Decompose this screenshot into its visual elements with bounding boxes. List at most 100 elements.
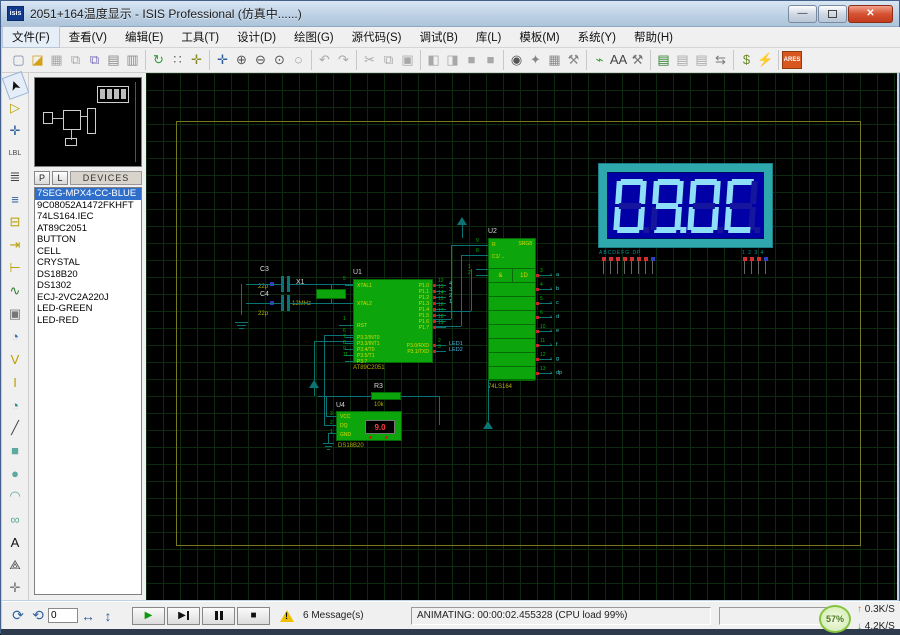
close-button[interactable]: ✕ — [848, 5, 893, 23]
menu-item[interactable]: 工具(T) — [172, 27, 228, 47]
graph-mode-icon[interactable]: ∿ — [4, 281, 27, 302]
menu-item[interactable]: 系统(Y) — [569, 27, 625, 47]
pick-parts-button[interactable]: P — [34, 171, 50, 185]
property-assignment-icon[interactable]: ⚒ — [628, 51, 647, 69]
menu-item[interactable]: 库(L) — [467, 27, 511, 47]
device-list-item[interactable]: BUTTON — [35, 234, 141, 246]
virtual-instruments-mode-icon[interactable]: ◔ — [4, 395, 27, 416]
rotation-angle-input[interactable] — [48, 608, 78, 623]
7seg-display[interactable] — [598, 163, 773, 248]
device-list-item[interactable]: LED-RED — [35, 315, 141, 327]
step-button[interactable]: ▶ — [167, 607, 200, 625]
mirror-horizontal-icon[interactable]: ↔ — [78, 608, 98, 624]
menu-item[interactable]: 查看(V) — [60, 27, 116, 47]
marker-mode-icon[interactable]: ✛ — [4, 577, 27, 598]
arc-mode-icon[interactable]: ◠ — [4, 486, 27, 507]
component-mode-icon[interactable]: ▷ — [4, 98, 27, 119]
x1-crystal[interactable] — [316, 289, 346, 299]
u4-ds18b20[interactable]: 9.0 VCCDQGND — [336, 411, 402, 441]
device-list-item[interactable]: 74LS164.IEC — [35, 211, 141, 223]
voltage-probe-mode-icon[interactable]: V — [4, 349, 27, 370]
pause-button[interactable] — [202, 607, 235, 625]
line-mode-icon[interactable]: ╱ — [4, 418, 27, 439]
toggle-grid-icon[interactable]: ∷ — [168, 51, 187, 69]
menu-item[interactable]: 源代码(S) — [343, 27, 411, 47]
menu-item[interactable]: 模板(M) — [510, 27, 568, 47]
stop-button[interactable]: ■ — [237, 607, 270, 625]
tape-recorder-mode-icon[interactable]: ▣ — [4, 303, 27, 324]
play-button[interactable]: ▶ — [132, 607, 165, 625]
open-file-icon[interactable]: ◪ — [28, 51, 47, 69]
text-script-mode-icon[interactable]: ≣ — [4, 166, 27, 187]
u1-at89c2051[interactable]: XTAL1XTAL2RSTP3.2/INT0P3.3/INT1P3.4/T0P3… — [353, 279, 433, 363]
maximize-button[interactable] — [818, 5, 847, 23]
zoom-all-icon[interactable]: ⊙ — [270, 51, 289, 69]
mark-print-area-icon[interactable]: ▥ — [123, 51, 142, 69]
r3-resistor[interactable] — [371, 392, 401, 400]
c3-capacitor[interactable] — [281, 276, 284, 292]
pan-icon[interactable]: ✛ — [213, 51, 232, 69]
device-list-item[interactable]: 9C08052A1472FKHFT — [35, 200, 141, 212]
current-probe-mode-icon[interactable]: I — [4, 372, 27, 393]
bill-of-materials-icon[interactable]: $ — [737, 51, 756, 69]
device-pin-mode-icon[interactable]: ⊢ — [4, 258, 27, 279]
c4-capacitor[interactable] — [281, 295, 284, 311]
generator-mode-icon[interactable]: ◔ — [4, 326, 27, 347]
message-count[interactable]: 6 Message(s) — [298, 607, 403, 625]
device-list-item[interactable]: DS18B20 — [35, 269, 141, 281]
net-label-e: e — [556, 328, 559, 334]
menu-item[interactable]: 帮助(H) — [625, 27, 682, 47]
circle-mode-icon[interactable]: ● — [4, 463, 27, 484]
menu-item[interactable]: 文件(F) — [2, 26, 60, 48]
design-explorer-icon[interactable]: ▤ — [654, 51, 673, 69]
zoom-in-icon[interactable]: ⊕ — [232, 51, 251, 69]
electrical-rule-check-icon[interactable]: ⚡ — [756, 51, 775, 69]
minimize-button[interactable]: — — [788, 5, 817, 23]
decompose-icon[interactable]: ⚒ — [564, 51, 583, 69]
warning-icon — [280, 610, 294, 622]
netlist-to-ares-icon[interactable]: ARES — [782, 51, 802, 69]
new-file-icon[interactable]: ▢ — [9, 51, 28, 69]
origin-icon[interactable]: ✛ — [187, 51, 206, 69]
make-device-icon[interactable]: ✦ — [526, 51, 545, 69]
export-section-icon[interactable]: ⧉ — [85, 51, 104, 69]
menu-item[interactable]: 设计(D) — [228, 27, 285, 47]
closed-path-mode-icon[interactable]: ∞ — [4, 509, 27, 530]
selection-mode-icon[interactable]: ➤ — [1, 71, 29, 100]
device-list-item[interactable]: CRYSTAL — [35, 257, 141, 269]
terminal-mode-icon[interactable]: ⇥ — [4, 235, 27, 256]
menu-item[interactable]: 编辑(E) — [116, 27, 172, 47]
rotate-cw-icon[interactable]: ⟳ — [8, 607, 28, 624]
redraw-icon[interactable]: ↻ — [149, 51, 168, 69]
library-button[interactable]: L — [52, 171, 68, 185]
device-list-item[interactable]: LED-GREEN — [35, 303, 141, 315]
goto-sheet-icon[interactable]: ⇆ — [711, 51, 730, 69]
memory-percent-badge[interactable]: 57% — [819, 605, 851, 633]
menu-item[interactable]: 调试(B) — [410, 27, 466, 47]
junction-dot-mode-icon[interactable]: ✛ — [4, 121, 27, 142]
device-list-item[interactable]: 7SEG-MPX4-CC-BLUE — [35, 188, 141, 200]
box-mode-icon[interactable]: ■ — [4, 440, 27, 461]
packaging-tool-icon[interactable]: ▦ — [545, 51, 564, 69]
zoom-area-icon[interactable]: ◌ — [289, 51, 308, 69]
search-tag-icon[interactable]: AA — [609, 51, 628, 69]
rotate-ccw-icon[interactable]: ⟲ — [28, 607, 48, 624]
device-list-item[interactable]: ECJ-2VC2A220J — [35, 292, 141, 304]
device-list-item[interactable]: AT89C2051 — [35, 223, 141, 235]
subcircuit-mode-icon[interactable]: ⊟ — [4, 212, 27, 233]
bus-mode-icon[interactable]: ≡ — [4, 189, 27, 210]
wire-label-mode-icon[interactable]: LBL — [4, 144, 27, 165]
text-mode-icon[interactable]: A — [4, 532, 27, 553]
symbol-mode-icon[interactable]: ⟁ — [4, 554, 27, 575]
zoom-out-icon[interactable]: ⊖ — [251, 51, 270, 69]
u2-74ls164[interactable]: R C1/→ SRG8 &1D — [488, 238, 536, 380]
overview-thumbnail[interactable] — [34, 77, 142, 167]
mirror-vertical-icon[interactable]: ↕ — [98, 608, 118, 624]
menu-item[interactable]: 绘图(G) — [285, 27, 343, 47]
schematic-canvas[interactable]: ABCDEFG DP 1 2 3 4 U1 XTAL1XTAL2RSTP3.2/… — [146, 73, 897, 600]
print-icon[interactable]: ▤ — [104, 51, 123, 69]
device-list-item[interactable]: DS1302 — [35, 280, 141, 292]
device-list-item[interactable]: CELL — [35, 246, 141, 258]
wire-autorouter-icon[interactable]: ⌁ — [590, 51, 609, 69]
pick-device-icon[interactable]: ◉ — [507, 51, 526, 69]
